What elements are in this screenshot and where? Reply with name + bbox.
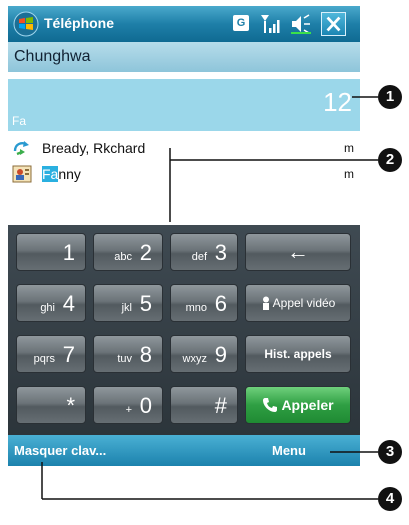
callout-3: 3 bbox=[378, 440, 402, 464]
callout-leader-lines bbox=[41, 96, 378, 500]
callout-4: 4 bbox=[378, 487, 402, 511]
callout-2: 2 bbox=[378, 148, 402, 172]
callout-1: 1 bbox=[378, 85, 402, 109]
